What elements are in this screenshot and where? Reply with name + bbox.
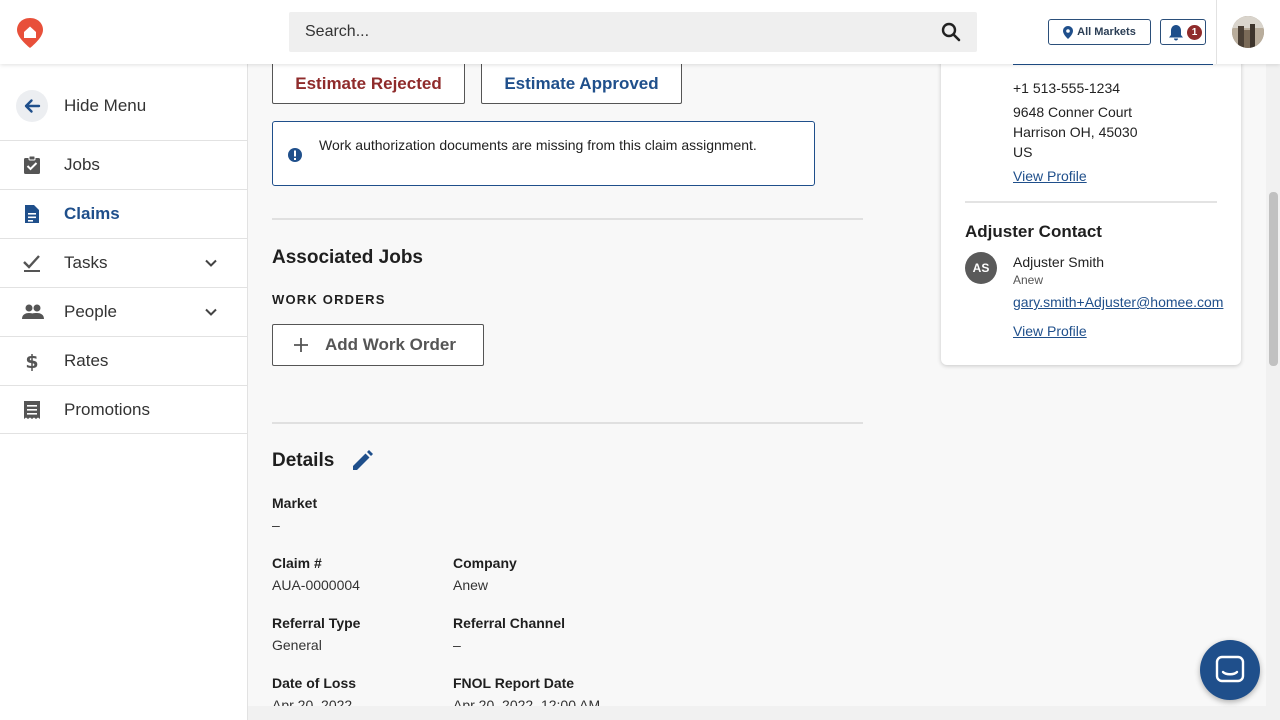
referral-type-value: General — [272, 637, 322, 653]
market-label: Market — [272, 495, 318, 511]
fnol-report-date-value: Apr 20, 2022, 12:00 AM — [453, 697, 601, 706]
sidebar-item-label: Jobs — [64, 155, 100, 174]
bell-icon — [1169, 25, 1183, 41]
adjuster-email-link[interactable]: gary.smith+Adjuster@homee.com — [1013, 294, 1227, 310]
top-header: All Markets 1 — [0, 0, 1280, 64]
sidebar-item-label: Tasks — [64, 253, 108, 272]
referral-channel-label: Referral Channel — [453, 615, 566, 631]
sidebar-item-rates[interactable]: $ Rates — [0, 336, 248, 385]
adjuster-contact-title: Adjuster Contact — [965, 222, 1102, 241]
estimate-rejected-button[interactable]: Estimate Rejected — [272, 64, 465, 104]
company-value: Anew — [453, 577, 489, 593]
sidebar: Hide Menu Jobs Claims Tasks People $ Rat… — [0, 64, 248, 720]
address-country: US — [1013, 144, 1033, 160]
info-alert-icon — [288, 148, 302, 162]
hide-menu-label: Hide Menu — [64, 96, 147, 115]
sidebar-item-label: People — [64, 302, 117, 321]
plus-icon — [294, 338, 308, 352]
pencil-edit-icon[interactable] — [351, 450, 373, 472]
search-bar — [289, 12, 977, 52]
estimate-approved-button[interactable]: Estimate Approved — [481, 64, 682, 104]
sidebar-item-label: Rates — [64, 351, 109, 370]
all-markets-button[interactable]: All Markets — [1048, 19, 1151, 45]
fnol-report-date-label: FNOL Report Date — [453, 675, 575, 691]
chat-launcher-button[interactable] — [1200, 640, 1260, 700]
address-line1: 9648 Conner Court — [1013, 104, 1133, 120]
search-icon[interactable] — [941, 22, 961, 42]
sidebar-item-label: Claims — [64, 204, 120, 223]
adjuster-view-profile-link[interactable]: View Profile — [1013, 323, 1087, 339]
logo-icon[interactable] — [16, 17, 44, 49]
location-pin-icon — [1063, 25, 1074, 39]
section-divider — [272, 218, 863, 220]
add-work-order-label: Add Work Order — [325, 335, 456, 354]
card-divider — [965, 201, 1217, 203]
sidebar-nav: Jobs Claims Tasks People $ Rates Promoti… — [0, 140, 248, 434]
sidebar-item-jobs[interactable]: Jobs — [0, 140, 248, 189]
svg-text:$: $ — [25, 351, 38, 371]
associated-jobs-title: Associated Jobs — [272, 247, 423, 268]
details-title: Details — [272, 450, 335, 471]
sidebar-item-claims[interactable]: Claims — [0, 189, 248, 238]
check-icon — [23, 255, 40, 272]
people-icon — [22, 304, 44, 319]
add-work-order-button[interactable]: Add Work Order — [272, 324, 484, 366]
hide-menu-button[interactable]: Hide Menu — [0, 82, 248, 130]
dollar-icon: $ — [25, 351, 38, 371]
referral-channel-value: – — [453, 637, 461, 653]
adjuster-company: Anew — [1013, 273, 1044, 287]
claim-number-value: AUA-0000004 — [272, 577, 360, 593]
horizontal-scrollbar[interactable] — [248, 706, 1266, 720]
vertical-scrollbar[interactable] — [1266, 64, 1280, 720]
receipt-icon — [24, 401, 40, 419]
work-orders-label: WORK ORDERS — [272, 292, 386, 307]
contact-card: +1 513-555-1234 9648 Conner Court Harris… — [941, 40, 1241, 365]
chevron-down-icon[interactable] — [204, 256, 218, 270]
chat-bubble-icon — [1215, 655, 1245, 683]
missing-documents-alert: Work authorization documents are missing… — [272, 121, 815, 186]
notifications-button[interactable]: 1 — [1160, 19, 1206, 45]
document-icon — [25, 205, 39, 223]
chevron-down-icon[interactable] — [204, 305, 218, 319]
adjuster-name: Adjuster Smith — [1013, 254, 1105, 270]
adjuster-avatar: AS — [965, 252, 997, 284]
header-divider — [1216, 0, 1217, 64]
section-divider — [272, 422, 863, 424]
company-label: Company — [453, 555, 517, 571]
referral-type-label: Referral Type — [272, 615, 361, 631]
alert-message: Work authorization documents are missing… — [319, 137, 757, 153]
view-profile-link[interactable]: View Profile — [1013, 168, 1087, 184]
user-avatar[interactable] — [1232, 16, 1264, 48]
all-markets-label: All Markets — [1077, 26, 1136, 38]
sidebar-item-people[interactable]: People — [0, 287, 248, 336]
clipboard-check-icon — [24, 155, 40, 174]
user-photo-icon — [1232, 16, 1264, 48]
vertical-scrollbar-thumb[interactable] — [1269, 192, 1278, 366]
back-arrow-icon — [16, 90, 48, 122]
customer-phone: +1 513-555-1234 — [1013, 80, 1121, 96]
search-input[interactable] — [305, 12, 905, 52]
address-line2: Harrison OH, 45030 — [1013, 124, 1138, 140]
sidebar-item-tasks[interactable]: Tasks — [0, 238, 248, 287]
notification-count-badge: 1 — [1187, 25, 1202, 40]
claim-number-label: Claim # — [272, 555, 322, 571]
sidebar-item-promotions[interactable]: Promotions — [0, 385, 248, 434]
sidebar-item-label: Promotions — [64, 400, 150, 419]
date-of-loss-label: Date of Loss — [272, 675, 357, 691]
date-of-loss-value: Apr 20, 2022 — [272, 697, 353, 706]
market-value: – — [272, 517, 280, 533]
